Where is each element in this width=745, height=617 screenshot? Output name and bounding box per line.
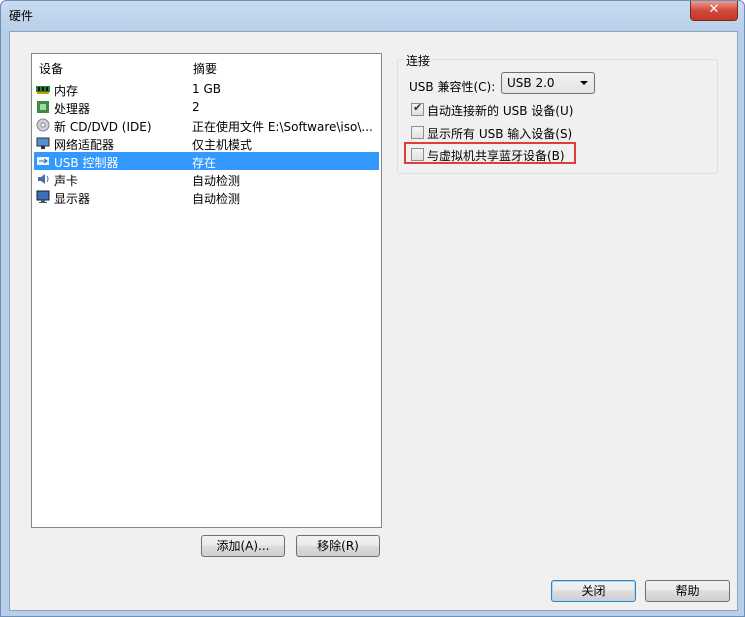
usb-compat-value: USB 2.0 <box>507 76 555 90</box>
chevron-down-icon <box>580 81 588 85</box>
hardware-row[interactable]: 内存 1 GB <box>34 80 379 98</box>
hardware-row-summary: 2 <box>192 100 200 114</box>
hardware-list-header: 设备 摘要 <box>32 54 381 77</box>
connection-group-label: 连接 <box>403 52 434 69</box>
window-title: 硬件 <box>9 9 34 23</box>
hardware-row-summary: 自动检测 <box>192 174 241 188</box>
auto-connect-checkbox[interactable]: ✔ <box>411 101 424 116</box>
processor-icon <box>36 100 50 114</box>
hardware-row-name: 处理器 <box>54 102 91 116</box>
hardware-row[interactable]: 新 CD/DVD (IDE) 正在使用文件 E:\Software\iso\... <box>34 116 379 134</box>
cd-dvd-icon <box>36 118 50 132</box>
hardware-row-summary: 正在使用文件 E:\Software\iso\... <box>192 120 373 134</box>
hardware-row[interactable]: 显示器 自动检测 <box>34 188 379 206</box>
hardware-row[interactable]: 网络适配器 仅主机模式 <box>34 134 379 152</box>
sound-card-icon <box>36 172 50 186</box>
hardware-row[interactable]: 声卡 自动检测 <box>34 170 379 188</box>
checkmark-icon: ✔ <box>413 101 423 114</box>
help-button[interactable]: 帮助 <box>645 580 730 602</box>
dialog-body: 设备 摘要 内存 1 GB 处理器 2 新 CD/DVD (IDE) 正在使用文件 E:\… <box>9 31 738 611</box>
add-button[interactable]: 添加(A)... <box>201 535 285 557</box>
show-all-usb-label[interactable]: 显示所有 USB 输入设备(S) <box>427 125 572 142</box>
close-button[interactable]: 关闭 <box>551 580 636 602</box>
hardware-row-name: 新 CD/DVD (IDE) <box>54 120 152 134</box>
hardware-row-name: 内存 <box>54 84 79 98</box>
hardware-row-summary: 自动检测 <box>192 192 241 206</box>
auto-connect-label[interactable]: 自动连接新的 USB 设备(U) <box>427 102 573 119</box>
window-close-button[interactable]: ✕ <box>690 1 738 21</box>
network-adapter-icon <box>36 136 50 150</box>
remove-button[interactable]: 移除(R) <box>296 535 380 557</box>
hardware-row-summary: 仅主机模式 <box>192 138 253 152</box>
hardware-row[interactable]: 处理器 2 <box>34 98 379 116</box>
title-bar[interactable]: 硬件 ✕ <box>1 1 744 31</box>
hardware-row-name: USB 控制器 <box>54 156 119 170</box>
hardware-list[interactable]: 设备 摘要 内存 1 GB 处理器 2 新 CD/DVD (IDE) 正在使用文件 E:\… <box>31 53 382 528</box>
memory-icon <box>36 82 50 96</box>
hardware-row-name: 网络适配器 <box>54 138 115 152</box>
usb-compat-select[interactable]: USB 2.0 <box>501 72 595 94</box>
hardware-row-summary: 存在 <box>192 156 217 170</box>
hardware-row-name: 声卡 <box>54 174 79 188</box>
usb-compat-label: USB 兼容性(C): <box>409 80 496 94</box>
hardware-row-summary: 1 GB <box>192 82 221 96</box>
highlight-box <box>404 142 576 164</box>
usb-icon <box>36 154 50 168</box>
hardware-dialog: 硬件 ✕ 设备 摘要 内存 1 GB 处理器 2 新 CD/DVD (IDE) 正在使用文… <box>0 0 745 617</box>
hardware-row-name: 显示器 <box>54 192 91 206</box>
hardware-row[interactable]: USB 控制器 存在 <box>34 152 379 170</box>
display-icon <box>36 190 50 204</box>
show-all-usb-checkbox[interactable] <box>411 126 424 139</box>
column-header-device[interactable]: 设备 <box>39 60 63 77</box>
column-header-summary[interactable]: 摘要 <box>193 60 217 77</box>
